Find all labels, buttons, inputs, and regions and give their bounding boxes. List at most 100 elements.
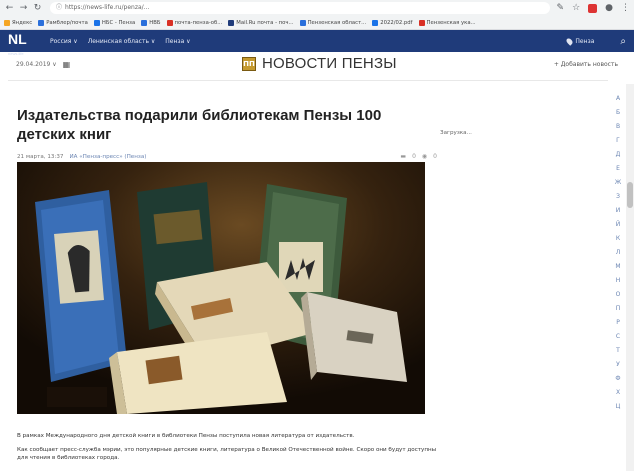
site-brand[interactable]: ПП НОВОСТИ ПЕНЗЫ [242, 55, 397, 72]
books-image [17, 162, 425, 414]
bookmark-item[interactable]: Яндекс [4, 20, 32, 26]
bookmark-favicon-icon [141, 20, 148, 26]
nav-right: Пенза ⌕ [565, 36, 626, 47]
site-logo[interactable]: NL news.life [8, 31, 34, 57]
bookmark-favicon-icon [166, 20, 173, 26]
article-header: Издательства подарили библиотекам Пензы … [17, 106, 437, 160]
menu-item-penza[interactable]: Пенза ∨ [165, 38, 190, 45]
bookmark-favicon-icon [4, 20, 10, 26]
alphabet-letter[interactable]: Ф [615, 372, 620, 386]
extension-icon[interactable] [588, 3, 598, 13]
article-source[interactable]: ИА «Пенза-пресс» (Пенза) [69, 154, 146, 160]
alphabet-letter[interactable]: Л [616, 246, 621, 260]
view-count: 0 [433, 153, 437, 160]
alphabet-letter[interactable]: О [616, 288, 621, 302]
bookmarks-bar: Яндекс Рамблер/почта НБС - Пенза НВБ почта-п… [0, 16, 634, 30]
alphabet-letter[interactable]: Й [616, 218, 621, 232]
menu-icon[interactable]: ⋮ [621, 3, 630, 13]
alphabet-letter[interactable]: Е [616, 162, 620, 176]
bookmark-item[interactable]: Рамблер/почта [38, 20, 88, 26]
region-menu: Россия ∨ Ленинская область ∨ Пенза ∨ [50, 38, 191, 45]
info-icon[interactable]: ⓘ [56, 2, 62, 14]
page-scrollbar[interactable] [626, 84, 634, 471]
views-icon: ◉ [421, 153, 428, 160]
subbar: 29.04.2019 ∨ ▦ ПП НОВОСТИ ПЕНЗЫ + Добави… [0, 52, 634, 76]
alphabet-letter[interactable]: А [616, 92, 620, 106]
bookmark-favicon-icon [299, 20, 306, 26]
alphabet-letter[interactable]: М [615, 260, 620, 274]
bookmark-favicon-icon [418, 20, 425, 26]
back-icon[interactable]: ← [4, 3, 15, 14]
comment-count: 0 [412, 153, 416, 160]
article-paragraph: Как сообщает пресс-служба мэрии, это поп… [17, 447, 437, 461]
comment-icon: ▬ [400, 153, 407, 160]
alphabet-letter[interactable]: Н [616, 274, 621, 288]
sidebar-loading: Загрузка... [440, 130, 472, 136]
site-nav: NL news.life Россия ∨ Ленинская область … [0, 30, 634, 57]
translate-icon[interactable]: ✎ [557, 3, 565, 13]
search-icon[interactable]: ⌕ [620, 36, 626, 47]
alphabet-letter[interactable]: С [616, 330, 620, 344]
bookmark-item[interactable]: 2022/02.pdf [372, 20, 413, 26]
alphabet-letter[interactable]: Ц [616, 400, 621, 414]
article-title: Издательства подарили библиотекам Пензы … [17, 107, 382, 143]
city-selector[interactable]: Пенза [565, 36, 595, 46]
alphabet-letter[interactable]: З [616, 190, 620, 204]
forward-icon[interactable]: → [18, 3, 29, 14]
bookmark-item[interactable]: Пензенская област... [299, 20, 367, 26]
alphabet-letter[interactable]: Р [616, 316, 620, 330]
alphabet-letter[interactable]: Т [616, 344, 620, 358]
bookmark-label: НБС - Пенза [101, 20, 136, 26]
alphabet-letter[interactable]: Г [616, 134, 620, 148]
grid-menu-icon[interactable]: ▦ [63, 60, 71, 69]
location-pin-icon [565, 36, 575, 46]
alphabet-index: АБВГДЕЖЗИЙКЛМНОПРСТУФХЦ [610, 92, 626, 414]
article-meta: 21 марта, 13:37 ИА «Пенза-пресс» (Пенза)… [17, 153, 437, 160]
alphabet-letter[interactable]: К [616, 232, 620, 246]
profile-icon[interactable]: ● [605, 3, 613, 13]
article-stats: ▬ 0 ◉ 0 [400, 153, 437, 160]
scrollbar-thumb[interactable] [627, 182, 633, 208]
brand-emblem: ПП [242, 56, 256, 71]
bookmark-item[interactable]: НБС - Пенза [93, 20, 136, 26]
date-label: 29.04.2019 ∨ [16, 60, 57, 68]
bookmark-item[interactable]: Mail.Ru почта - поч... [228, 20, 294, 26]
brand-name: НОВОСТИ ПЕНЗЫ [262, 55, 397, 72]
bookmark-favicon-icon [228, 20, 235, 26]
alphabet-letter[interactable]: П [616, 302, 621, 316]
city-label: Пенза [575, 37, 595, 45]
menu-item-russia[interactable]: Россия ∨ [50, 38, 78, 45]
alphabet-letter[interactable]: Х [616, 386, 620, 400]
alphabet-letter[interactable]: Ж [615, 176, 621, 190]
star-icon[interactable]: ☆ [572, 3, 580, 13]
bookmark-label: Пензенская област... [307, 20, 367, 26]
bookmark-item[interactable]: Пензенская ука... [418, 20, 476, 26]
bookmark-label: Яндекс [12, 20, 33, 26]
browser-actions: ✎ ☆ ● ⋮ [557, 3, 630, 13]
add-news-link[interactable]: + Добавить новость [554, 61, 618, 68]
bookmark-label: Пензенская ука... [426, 20, 476, 26]
browser-chrome: ← → ↻ ⓘ https://news-life.ru/penza/... ✎… [0, 0, 634, 30]
reload-icon[interactable]: ↻ [32, 3, 43, 14]
article-photo [17, 162, 425, 414]
bookmark-favicon-icon [93, 20, 100, 26]
browser-nav-row: ← → ↻ ⓘ https://news-life.ru/penza/... ✎… [0, 0, 634, 16]
address-bar[interactable]: ⓘ https://news-life.ru/penza/... [50, 2, 550, 14]
date-selector[interactable]: 29.04.2019 ∨ ▦ [16, 60, 70, 69]
menu-item-region[interactable]: Ленинская область ∨ [88, 38, 156, 45]
alphabet-letter[interactable]: Д [616, 148, 621, 162]
alphabet-letter[interactable]: И [616, 204, 621, 218]
bookmark-favicon-icon [372, 20, 379, 26]
bookmark-label: Mail.Ru почта - поч... [236, 20, 294, 26]
article-body: В рамках Международного дня детской книг… [17, 432, 437, 468]
bookmark-item[interactable]: почта-пенза-об... [166, 20, 222, 26]
divider [8, 80, 608, 81]
bookmark-item[interactable]: НВБ [141, 20, 161, 26]
logo-text: NL [8, 31, 27, 47]
alphabet-letter[interactable]: Б [616, 106, 620, 120]
bookmark-label: Рамблер/почта [46, 20, 88, 26]
address-text: https://news-life.ru/penza/... [65, 4, 150, 11]
alphabet-letter[interactable]: В [616, 120, 620, 134]
bookmark-label: 2022/02.pdf [380, 20, 413, 26]
alphabet-letter[interactable]: У [616, 358, 620, 372]
